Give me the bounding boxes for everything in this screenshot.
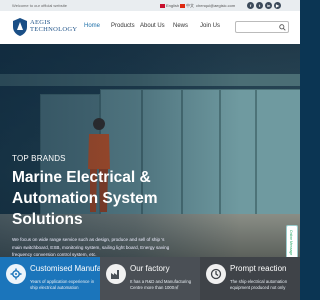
shield-logo-icon[interactable] <box>12 17 28 37</box>
feature-strip: Customised Manufa... Years of applicatio… <box>0 257 300 300</box>
feature-text: The ship electrical automation equipment… <box>230 279 288 290</box>
hero-description: We focus on wide range service such as d… <box>12 237 170 257</box>
linkedin-icon[interactable]: in <box>265 2 272 9</box>
feature-text: Years of application experience in ship … <box>30 279 95 290</box>
language-label: English <box>166 3 180 8</box>
welcome-text: Welcome to our official website <box>12 3 67 8</box>
brand-line-1: AEGIS <box>30 19 51 26</box>
uk-flag-icon <box>160 3 165 8</box>
feature-card-customised[interactable]: Customised Manufa... Years of applicatio… <box>0 257 100 300</box>
email-link[interactable]: chenqui@aegisic.com <box>196 3 235 8</box>
search-input[interactable] <box>236 22 280 32</box>
clock-icon <box>206 264 226 284</box>
facebook-icon[interactable]: f <box>247 2 254 9</box>
search-icon[interactable] <box>279 24 286 31</box>
feature-title: Prompt reaction <box>230 264 287 273</box>
language-english[interactable]: English <box>160 2 179 9</box>
hero-banner: TOP BRANDS Marine Electrical & Automatio… <box>0 44 300 257</box>
factory-icon <box>106 264 126 284</box>
search-box[interactable] <box>235 21 289 33</box>
nav-news[interactable]: News <box>173 23 188 29</box>
social-links: f t in ▶ <box>247 2 281 9</box>
site-header: AEGIS TECHNOLOGY Home Products About Us … <box>0 11 300 44</box>
feature-card-factory[interactable]: Our factory It has a R&D and Manufacturi… <box>100 257 200 300</box>
hero-title: Marine Electrical & Automation System So… <box>12 169 158 228</box>
brand-name[interactable]: AEGIS TECHNOLOGY <box>30 19 77 33</box>
feature-title: Our factory <box>130 264 170 273</box>
feature-card-prompt-reaction[interactable]: Prompt reaction The ship electrical auto… <box>200 257 300 300</box>
feature-text: It has a R&D and Manufacturing Centre mo… <box>130 279 192 290</box>
brand-line-2: TECHNOLOGY <box>30 26 78 33</box>
nav-products[interactable]: Products <box>111 23 135 29</box>
top-bar: Welcome to our official website English … <box>0 0 300 11</box>
youtube-icon[interactable]: ▶ <box>274 2 281 9</box>
hero-kicker: TOP BRANDS <box>12 154 66 163</box>
email-text: chenqui@aegisic.com <box>196 3 236 8</box>
language-chinese[interactable]: 中文 <box>180 2 194 9</box>
online-message-label: Online Message <box>289 230 293 256</box>
nav-about-us[interactable]: About Us <box>140 23 165 29</box>
china-flag-icon <box>180 3 185 8</box>
feature-title: Customised Manufa... <box>30 264 100 273</box>
nav-join-us[interactable]: Join Us <box>200 23 220 29</box>
twitter-icon[interactable]: t <box>256 2 263 9</box>
nav-home[interactable]: Home <box>84 23 100 29</box>
language-label: 中文 <box>186 2 194 8</box>
settings-icon <box>6 264 26 284</box>
